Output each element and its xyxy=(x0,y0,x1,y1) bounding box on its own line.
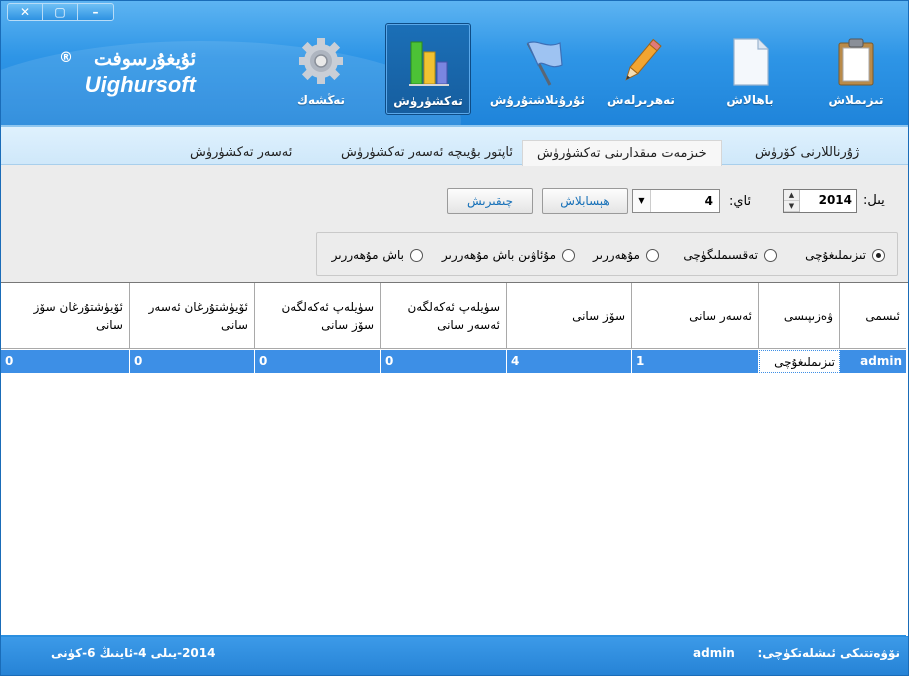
month-combo[interactable]: ▼ 4 xyxy=(632,189,720,213)
col-brought-words[interactable]: سۈيلەپ ئەكەلگەن سۆز سانى xyxy=(255,283,381,349)
tab-bar: ژۇرناللارنى كۆرۈش خىزمەت مىقدارىنى تەكشۈ… xyxy=(1,125,908,166)
grid-header: ئۆيۈشتۇرغان سۆز سانى ئۆيۈشتۇرغان ئەسەر س… xyxy=(1,283,906,349)
radio-registrar[interactable]: تىزىملىغۇچى xyxy=(805,246,885,264)
nav-label: باھالاش xyxy=(726,93,774,107)
nav-label: تەكشۈرۈش xyxy=(393,94,463,108)
nav-register-button[interactable]: تىزىملاش xyxy=(813,23,899,115)
col-brought-works[interactable]: سۈيلەپ ئەكەلگەن ئەسەر سانى xyxy=(381,283,507,349)
close-icon[interactable]: ✕ xyxy=(8,4,43,20)
header-toolbar: ✕ ▢ – ® ئۇيغۇرسوفت Uighursoft تەڭشەك تەك… xyxy=(1,1,908,125)
nav-label: تەڭشەك xyxy=(297,93,345,107)
data-grid[interactable]: ئۆيۈشتۇرغان سۆز سانى ئۆيۈشتۇرغان ئەسەر س… xyxy=(1,282,908,636)
radio-selected-icon[interactable] xyxy=(872,248,885,262)
app-window: ✕ ▢ – ® ئۇيغۇرسوفت Uighursoft تەڭشەك تەك… xyxy=(0,0,909,676)
nav-label: ئۇرۇنلاشتۇرۇش xyxy=(489,93,585,107)
cell-role: تىزىملىغۇچى xyxy=(759,350,840,373)
nav-label: تەھرىرلەش xyxy=(607,93,675,107)
print-button[interactable]: چىقىرىش xyxy=(447,188,533,214)
spin-up-icon[interactable]: ▲ xyxy=(784,190,799,201)
calculate-button[interactable]: ھېسابلاش xyxy=(542,188,628,214)
logo-latin-text: Uighursoft xyxy=(84,72,196,97)
nav-deploy-button[interactable]: ئۇرۇنلاشتۇرۇش xyxy=(489,23,585,115)
radio-label: مۇھەررىر xyxy=(593,248,640,262)
nav-label: تىزىملاش xyxy=(828,93,884,107)
document-icon xyxy=(733,38,769,86)
current-date: 2014-يىلى 4-ئاينىڭ 6-كۈنى xyxy=(51,646,216,660)
table-row[interactable]: 0 0 0 0 4 1 تىزىملىغۇچى admin xyxy=(1,350,906,373)
cell-organized-words: 0 xyxy=(1,350,130,373)
current-user-label: نۆۋەتتىكى ئىشلەتكۈچى: xyxy=(757,646,900,660)
year-value: 2014 xyxy=(818,193,852,207)
year-spin-arrows[interactable]: ▲ ▼ xyxy=(784,190,800,212)
radio-label: تىزىملىغۇچى xyxy=(805,248,866,262)
radio-unselected-icon[interactable] xyxy=(410,248,423,262)
brand-logo: ® ئۇيغۇرسوفت Uighursoft xyxy=(56,45,196,105)
radio-deputy-chief-editor[interactable]: مۇئاۋىن باش مۇھەررىر xyxy=(442,246,575,264)
clipboard-icon xyxy=(838,38,874,86)
tab-view-logs[interactable]: ژۇرناللارنى كۆرۈش xyxy=(741,140,873,166)
radio-unselected-icon[interactable] xyxy=(562,248,575,262)
tab-check-works[interactable]: ئەسەر تەكشۈرۈش xyxy=(176,140,306,166)
cell-work-count: 1 xyxy=(632,350,759,373)
gear-icon xyxy=(299,38,343,84)
logo-uyghur-text: ئۇيغۇرسوفت xyxy=(93,48,196,70)
chevron-down-icon[interactable]: ▼ xyxy=(633,190,651,212)
pencil-icon xyxy=(625,38,662,81)
col-name[interactable]: ئىسمى xyxy=(840,283,906,349)
main-content: ژۇرناللارنى كۆرۈش خىزمەت مىقدارىنى تەكشۈ… xyxy=(1,125,908,636)
nav-edit-button[interactable]: تەھرىرلەش xyxy=(598,23,684,115)
cell-brought-words: 0 xyxy=(255,350,381,373)
col-organized-works[interactable]: ئۆيۈشتۇرغان ئەسەر سانى xyxy=(130,283,255,349)
cell-name: admin xyxy=(860,354,902,368)
role-radio-group: تىزىملىغۇچى تەقسىملىگۈچى مۇھەررىر مۇئاۋى… xyxy=(316,232,898,276)
col-work-count[interactable]: ئەسەر سانى xyxy=(632,283,759,349)
tab-check-by-author[interactable]: ئاپتور بۇيىچە ئەسەر تەكشۈرۈش xyxy=(327,140,527,166)
nav-settings-button[interactable]: تەڭشەك xyxy=(278,23,364,115)
radio-unselected-icon[interactable] xyxy=(646,248,659,262)
radio-label: باش مۇھەررىر xyxy=(331,248,404,262)
radio-chief-editor[interactable]: باش مۇھەررىر xyxy=(332,246,423,264)
cell-organized-works: 0 xyxy=(130,350,255,373)
minimize-icon[interactable]: – xyxy=(78,4,113,20)
month-label: ئاي: xyxy=(729,194,752,209)
cell-word-count: 4 xyxy=(507,350,632,373)
radio-editor[interactable]: مۇھەررىر xyxy=(593,246,659,264)
tab-workload-check[interactable]: خىزمەت مىقدارىنى تەكشۈرۈش xyxy=(522,140,722,166)
status-bar: نۆۋەتتىكى ئىشلەتكۈچى: admin 2014-يىلى 4-… xyxy=(1,637,908,675)
year-label: يىل: xyxy=(863,193,885,208)
month-value: 4 xyxy=(704,194,713,208)
window-controls: ✕ ▢ – xyxy=(7,3,114,21)
cell-brought-works: 0 xyxy=(381,350,507,373)
spin-down-icon[interactable]: ▼ xyxy=(784,201,799,212)
col-organized-words[interactable]: ئۆيۈشتۇرغان سۆز سانى xyxy=(1,283,130,349)
bar-chart-icon xyxy=(409,41,449,86)
radio-label: مۇئاۋىن باش مۇھەررىر xyxy=(441,248,556,262)
col-role[interactable]: ۋەزىپىسى xyxy=(759,283,840,349)
nav-evaluate-button[interactable]: باھالاش xyxy=(707,23,793,115)
restore-icon[interactable]: ▢ xyxy=(43,4,78,20)
year-spinbox[interactable]: ▲ ▼ 2014 xyxy=(783,189,857,213)
registered-mark: ® xyxy=(59,50,73,66)
nav-check-button[interactable]: تەكشۈرۈش xyxy=(385,23,471,115)
current-user-value: admin xyxy=(693,646,735,660)
radio-distributor[interactable]: تەقسىملىگۈچى xyxy=(683,246,777,264)
col-word-count[interactable]: سۆز سانى xyxy=(507,283,632,349)
radio-label: تەقسىملىگۈچى xyxy=(683,248,758,262)
grid-edge xyxy=(906,283,908,636)
flag-icon xyxy=(526,41,563,86)
radio-unselected-icon[interactable] xyxy=(764,248,777,262)
